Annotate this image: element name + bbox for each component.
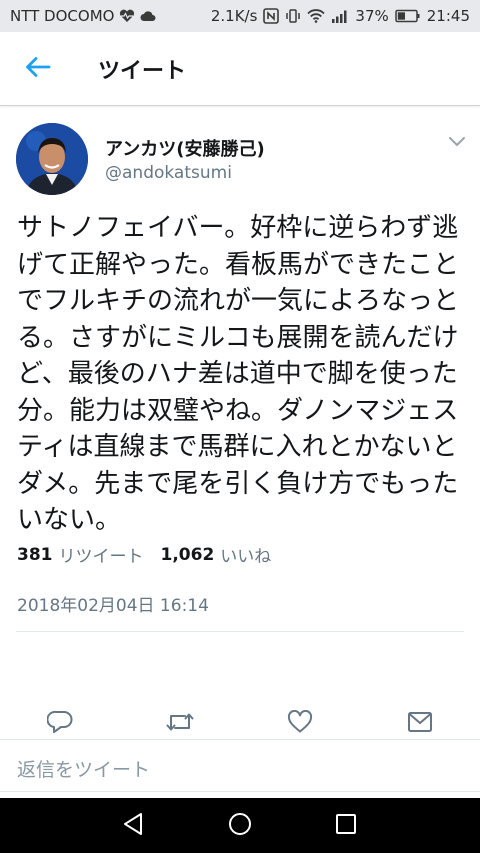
retweet-count[interactable]: 381	[17, 545, 53, 565]
battery-icon	[395, 9, 421, 23]
back-arrow-icon	[25, 56, 51, 82]
tweet-timestamp[interactable]: 2018年02月04日 16:14	[17, 591, 209, 616]
carrier-label: NTT DOCOMO	[10, 7, 115, 25]
divider	[0, 791, 480, 792]
like-label[interactable]: いいね	[220, 542, 271, 567]
nav-recents-button[interactable]	[326, 806, 366, 846]
divider	[0, 739, 480, 740]
circle-home-icon	[228, 812, 252, 840]
like-button[interactable]	[280, 704, 320, 744]
retweet-icon	[165, 711, 195, 737]
network-speed: 2.1K/s	[210, 7, 258, 25]
avatar[interactable]	[16, 123, 88, 195]
tweet-text: サトノフェイバー。好枠に逆らわず逃げて正解やった。看板馬ができたことでフルキチの…	[17, 213, 460, 535]
status-bar: NTT DOCOMO 2.1K/s 37% 21:45	[0, 0, 480, 32]
reply-input[interactable]: 返信をツイート	[17, 755, 150, 782]
battery-percent: 37%	[355, 7, 389, 25]
divider	[16, 631, 464, 632]
app-header: ツイート	[0, 32, 480, 106]
wifi-icon	[307, 9, 326, 23]
signal-icon	[331, 9, 349, 23]
reply-icon	[46, 710, 73, 738]
heart-monitor-icon	[119, 9, 135, 23]
like-count[interactable]: 1,062	[161, 545, 215, 565]
chevron-down-icon	[448, 133, 466, 152]
tweet-menu-button[interactable]	[448, 133, 466, 152]
nfc-icon	[263, 8, 280, 24]
vibrate-icon	[285, 8, 301, 24]
cloud-icon	[140, 10, 156, 22]
clock: 21:45	[426, 7, 470, 25]
reply-button[interactable]	[40, 704, 80, 744]
tweet-actions	[0, 704, 480, 744]
back-button[interactable]	[0, 32, 76, 106]
heart-icon	[287, 709, 313, 738]
direct-message-button[interactable]	[400, 704, 440, 744]
retweet-button[interactable]	[160, 704, 200, 744]
author-row: アンカツ(安藤勝己) @andokatsumi	[0, 107, 480, 207]
nav-back-button[interactable]	[113, 806, 153, 846]
triangle-back-icon	[122, 812, 144, 840]
square-recents-icon	[335, 813, 357, 839]
author-handle[interactable]: @andokatsumi	[105, 163, 232, 183]
envelope-icon	[407, 711, 433, 737]
tweet-detail: アンカツ(安藤勝己) @andokatsumi サトノフェイバー。好枠に逆らわず…	[0, 107, 480, 616]
tweet-stats: 381 リツイート 1,062 いいね	[17, 542, 271, 568]
nav-home-button[interactable]	[220, 806, 260, 846]
author-name[interactable]: アンカツ(安藤勝己)	[105, 135, 265, 161]
retweet-label[interactable]: リツイート	[59, 542, 144, 567]
navigation-bar	[0, 798, 480, 853]
page-title: ツイート	[98, 58, 187, 84]
